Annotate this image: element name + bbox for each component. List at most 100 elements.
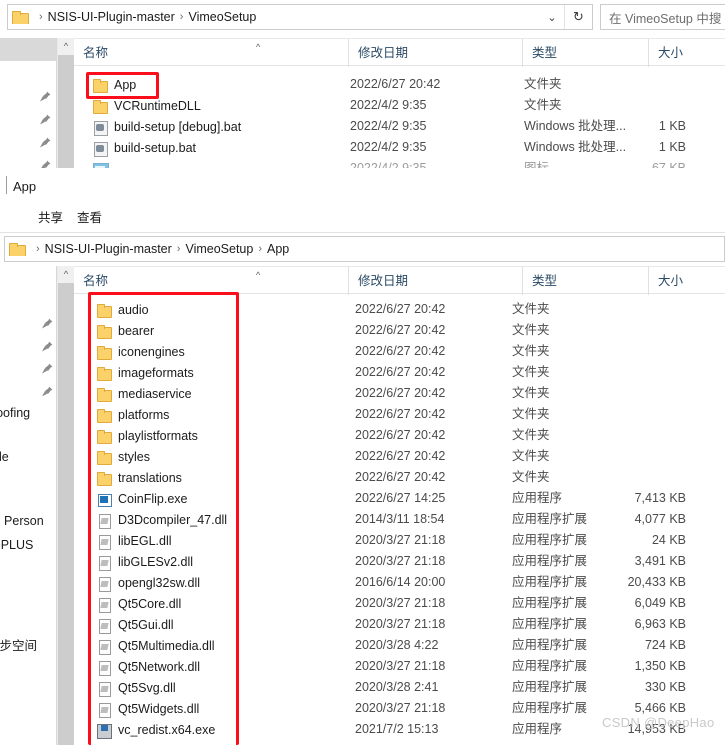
tab-divider	[6, 176, 7, 194]
table-row[interactable]: VCRuntimeDLL 2022/4/2 9:35 文件夹	[0, 95, 725, 116]
breadcrumb-item-root[interactable]: NSIS-UI-Plugin-master	[48, 10, 175, 24]
file-name-cell[interactable]: libGLESv2.dll	[96, 551, 193, 572]
scroll-up-icon[interactable]: ^	[58, 38, 74, 55]
chevron-down-icon[interactable]: ⌄	[540, 11, 564, 24]
file-name-cell[interactable]: D3Dcompiler_47.dll	[96, 509, 227, 530]
table-row[interactable]: mediaservice 2022/6/27 20:42 文件夹	[0, 383, 725, 404]
breadcrumb-item-current[interactable]: VimeoSetup	[188, 10, 256, 24]
file-name-cell[interactable]: App	[92, 74, 136, 95]
table-row[interactable]: libEGL.dll 2020/3/27 21:18 应用程序扩展 24 KB	[0, 530, 725, 551]
nav-pane-highlight	[0, 38, 56, 61]
file-name-cell[interactable]: mediaservice	[96, 383, 192, 404]
scroll-up-icon[interactable]: ^	[58, 266, 74, 283]
column-header-date[interactable]: 修改日期	[348, 267, 522, 295]
file-name-cell[interactable]: playlistformats	[96, 425, 198, 446]
file-name-label: libEGL.dll	[118, 533, 172, 548]
batch-file-icon	[92, 140, 108, 157]
table-row[interactable]: libGLESv2.dll 2020/3/27 21:18 应用程序扩展 3,4…	[0, 551, 725, 572]
file-name-cell[interactable]: Qt5Widgets.dll	[96, 698, 199, 719]
file-name-cell[interactable]: VCRuntimeDLL	[92, 95, 201, 116]
file-name-cell[interactable]: Qt5Gui.dll	[96, 614, 174, 635]
file-name-cell[interactable]: build-setup.bat	[92, 137, 196, 158]
breadcrumb-item-current[interactable]: App	[267, 242, 289, 256]
table-row[interactable]: translations 2022/6/27 20:42 文件夹	[0, 467, 725, 488]
file-date-cell: 2020/3/27 21:18	[355, 701, 446, 715]
file-date-cell: 2022/4/2 9:35	[350, 161, 427, 168]
file-name-cell[interactable]: build-setup [debug].bat	[92, 116, 241, 137]
table-row[interactable]: Qt5Gui.dll 2020/3/27 21:18 应用程序扩展 6,963 …	[0, 614, 725, 635]
table-row[interactable]: imageformats 2022/6/27 20:42 文件夹	[0, 362, 725, 383]
breadcrumb-item-root[interactable]: NSIS-UI-Plugin-master	[45, 242, 172, 256]
file-name-label: App	[114, 77, 137, 92]
file-name-cell[interactable]: opengl32sw.dll	[96, 572, 200, 593]
breadcrumb-bottom[interactable]: › NSIS-UI-Plugin-master › VimeoSetup › A…	[5, 242, 724, 256]
file-name-cell[interactable]: audio	[96, 299, 149, 320]
file-name-cell[interactable]: imageformats	[96, 362, 194, 383]
column-header-size[interactable]: 大小	[648, 267, 725, 295]
table-row[interactable]: Qt5Svg.dll 2020/3/28 2:41 应用程序扩展 330 KB	[0, 677, 725, 698]
file-name-cell[interactable]: bearer	[96, 320, 154, 341]
table-row[interactable]: styles 2022/6/27 20:42 文件夹	[0, 446, 725, 467]
file-name-cell[interactable]: iconengines	[96, 341, 185, 362]
table-row[interactable]: opengl32sw.dll 2016/6/14 20:00 应用程序扩展 20…	[0, 572, 725, 593]
column-header-size[interactable]: 大小	[648, 39, 725, 67]
breadcrumb-item-parent[interactable]: VimeoSetup	[185, 242, 253, 256]
breadcrumb-top[interactable]: › NSIS-UI-Plugin-master › VimeoSetup	[8, 10, 540, 24]
column-header-name[interactable]: 名称	[74, 267, 348, 295]
refresh-icon[interactable]: ↻	[564, 5, 592, 29]
column-header-name[interactable]: 名称	[74, 39, 348, 67]
file-name-cell[interactable]: vc_redist.x64.exe	[96, 719, 215, 740]
table-row[interactable]: Qt5Core.dll 2020/3/27 21:18 应用程序扩展 6,049…	[0, 593, 725, 614]
table-row[interactable]: App 2022/6/27 20:42 文件夹	[0, 74, 725, 95]
file-name-label: imageformats	[118, 365, 194, 380]
folder-icon	[96, 386, 112, 402]
file-name-cell[interactable]: translations	[96, 467, 182, 488]
file-name-cell[interactable]: styles	[96, 446, 150, 467]
table-row[interactable]: Qt5Network.dll 2020/3/27 21:18 应用程序扩展 1,…	[0, 656, 725, 677]
file-size-cell	[586, 299, 686, 320]
table-row[interactable]: CoinFlip.exe 2022/6/27 14:25 应用程序 7,413 …	[0, 488, 725, 509]
file-type-cell: 应用程序扩展	[512, 659, 588, 673]
table-row[interactable]: playlistformats 2022/6/27 20:42 文件夹	[0, 425, 725, 446]
table-row[interactable]: D3Dcompiler_47.dll 2014/3/11 18:54 应用程序扩…	[0, 509, 725, 530]
file-type-cell: 应用程序扩展	[512, 701, 588, 715]
file-name-cell[interactable]: Qt5Core.dll	[96, 593, 181, 614]
search-input-top[interactable]: 在 VimeoSetup 中搜	[600, 4, 725, 30]
table-row[interactable]: bearer 2022/6/27 20:42 文件夹	[0, 320, 725, 341]
column-header-date[interactable]: 修改日期	[348, 39, 522, 67]
file-type-cell: 文件夹	[512, 302, 550, 316]
file-size-cell: 67 KB	[651, 161, 686, 168]
file-type-cell: 文件夹	[512, 428, 550, 442]
table-row[interactable]: platforms 2022/6/27 20:42 文件夹	[0, 404, 725, 425]
file-date-cell: 2022/6/27 20:42	[355, 470, 446, 484]
file-name-cell[interactable]: Qt5Multimedia.dll	[96, 635, 215, 656]
file-name-cell[interactable]: Qt5Svg.dll	[96, 677, 176, 698]
file-type-cell: 文件夹	[512, 323, 550, 337]
column-header-type[interactable]: 类型	[522, 267, 648, 295]
table-row[interactable]: Qt5Multimedia.dll 2020/3/28 4:22 应用程序扩展 …	[0, 635, 725, 656]
file-name-cell[interactable]	[92, 158, 114, 168]
table-row[interactable]: build-setup.bat 2022/4/2 9:35 Windows 批处…	[0, 137, 725, 158]
table-row[interactable]: audio 2022/6/27 20:42 文件夹	[0, 299, 725, 320]
breadcrumb-separator: ›	[176, 243, 181, 255]
dll-icon	[96, 638, 112, 655]
file-name-cell[interactable]: CoinFlip.exe	[96, 488, 187, 509]
file-date-cell: 2022/4/2 9:35	[350, 140, 427, 154]
table-row[interactable]: build-setup [debug].bat 2022/4/2 9:35 Wi…	[0, 116, 725, 137]
column-header-type[interactable]: 类型	[522, 39, 648, 67]
table-row[interactable]: 2022/4/2 9:35 图标 67 KB	[0, 158, 725, 168]
address-bar-bottom[interactable]: › NSIS-UI-Plugin-master › VimeoSetup › A…	[4, 236, 725, 262]
file-name-cell[interactable]: Qt5Network.dll	[96, 656, 200, 677]
file-name-label: Qt5Gui.dll	[118, 617, 174, 632]
file-name-label: Qt5Widgets.dll	[118, 701, 200, 716]
table-row[interactable]: iconengines 2022/6/27 20:42 文件夹	[0, 341, 725, 362]
folder-icon	[96, 470, 112, 486]
file-name-label: Qt5Multimedia.dll	[118, 638, 215, 653]
file-name-label: translations	[118, 470, 182, 485]
file-date-cell: 2022/6/27 14:25	[355, 491, 446, 505]
tab-view[interactable]: 查看	[77, 207, 102, 226]
file-name-cell[interactable]: libEGL.dll	[96, 530, 172, 551]
file-name-cell[interactable]: platforms	[96, 404, 169, 425]
tab-share[interactable]: 共享	[38, 207, 63, 226]
address-bar-top[interactable]: › NSIS-UI-Plugin-master › VimeoSetup ⌄ ↻	[7, 4, 593, 30]
